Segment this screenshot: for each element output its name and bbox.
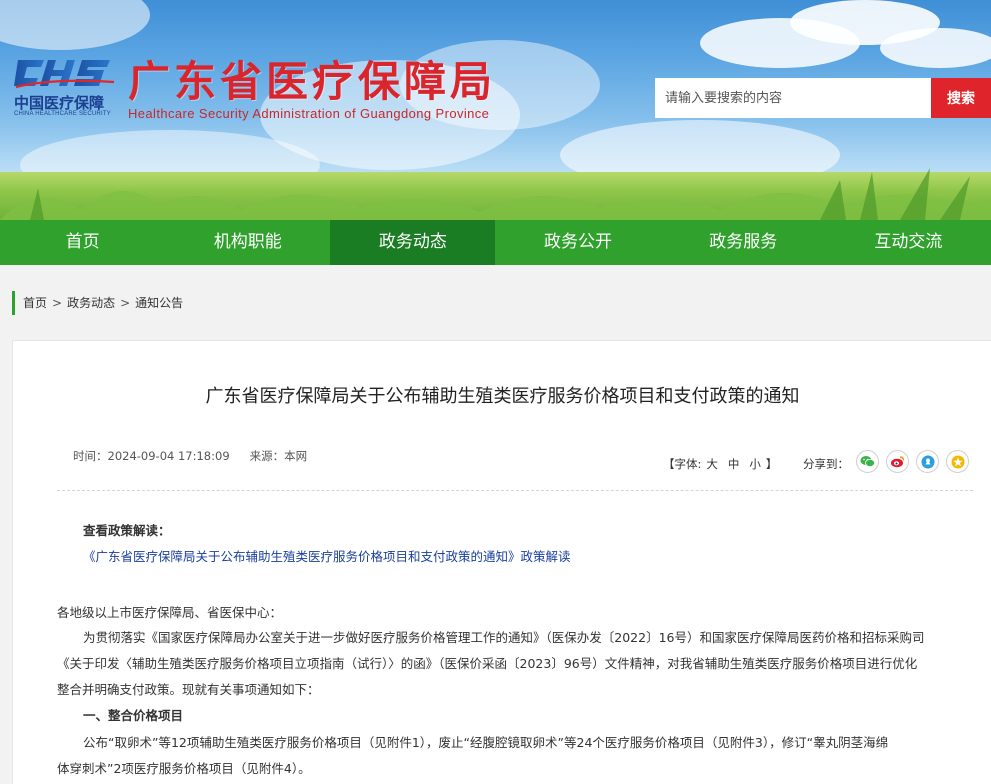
publish-time: 时间：2024-09-04 17:18:09	[73, 449, 230, 463]
cloud-decoration	[880, 28, 991, 68]
weibo-icon[interactable]	[886, 450, 909, 473]
article-panel: 广东省医疗保障局关于公布辅助生殖类医疗服务价格项目和支付政策的通知 时间：202…	[12, 340, 991, 784]
body-paragraph: 为贯彻落实《国家医疗保障局办公室关于进一步做好医疗服务价格管理工作的通知》（医保…	[83, 630, 925, 645]
chs-logo-icon	[14, 60, 115, 89]
nav-item-disclosure[interactable]: 政务公开	[495, 220, 660, 265]
site-subtitle: Healthcare Security Administration of Gu…	[128, 106, 490, 121]
body-paragraph: 整合并明确支付政策。现就有关事项通知如下：	[57, 682, 320, 697]
body-paragraph: 《关于印发〈辅助生殖类医疗服务价格项目立项指南（试行）〉的函》（医保价采函〔20…	[57, 656, 918, 671]
nav-item-services[interactable]: 政务服务	[661, 220, 826, 265]
body-paragraph: 体穿刺术”2项医疗服务价格项目（见附件4）。	[57, 761, 311, 776]
breadcrumb-separator: >	[120, 296, 131, 310]
nav-item-home[interactable]: 首页	[0, 220, 165, 265]
breadcrumb: 首页 > 政务动态 > 通知公告	[12, 291, 183, 315]
site-title: 广东省医疗保障局	[128, 57, 497, 106]
font-size-large[interactable]: 大	[706, 457, 718, 471]
nav-item-news[interactable]: 政务动态	[330, 220, 496, 265]
breadcrumb-news[interactable]: 政务动态	[67, 296, 115, 310]
cloud-decoration	[0, 0, 150, 50]
breadcrumb-notices[interactable]: 通知公告	[135, 296, 183, 310]
share-label: 分享到：	[803, 457, 849, 471]
interpretation-heading: 查看政策解读：	[83, 523, 171, 538]
search-button[interactable]: 搜索	[931, 78, 991, 118]
site-logo[interactable]: 中国医疗保障 CHINA HEALTHCARE SECURITY	[14, 56, 120, 118]
logo-cn-text: 中国医疗保障	[14, 94, 105, 112]
salutation: 各地级以上市医疗保障局、省医保中心：	[57, 605, 283, 620]
article-meta: 时间：2024-09-04 17:18:09 来源：本网	[73, 448, 327, 464]
breadcrumb-separator: >	[52, 296, 63, 310]
article-title: 广东省医疗保障局关于公布辅助生殖类医疗服务价格项目和支付政策的通知	[205, 386, 800, 407]
section-heading: 一、整合价格项目	[83, 708, 184, 723]
nav-item-functions[interactable]: 机构职能	[165, 220, 330, 265]
qq-icon[interactable]	[916, 450, 939, 473]
font-size-small[interactable]: 小	[749, 457, 761, 471]
article-source: 来源：本网	[249, 449, 308, 463]
search-input[interactable]	[655, 78, 931, 118]
font-size-close: 】	[765, 457, 778, 471]
breadcrumb-home[interactable]: 首页	[23, 296, 47, 310]
grass-blades-decoration	[0, 168, 991, 220]
body-paragraph: 公布“取卵术”等12项辅助生殖类医疗服务价格项目（见附件1），废止“经腹腔镜取卵…	[83, 735, 889, 750]
interpretation-link[interactable]: 《广东省医疗保障局关于公布辅助生殖类医疗服务价格项目和支付政策的通知》政策解读	[83, 546, 571, 565]
meta-divider	[57, 490, 973, 491]
font-size-medium[interactable]: 中	[728, 457, 740, 471]
site-header: 中国医疗保障 CHINA HEALTHCARE SECURITY 广东省医疗保障…	[0, 0, 991, 220]
nav-item-interaction[interactable]: 互动交流	[826, 220, 991, 265]
main-nav: 首页 机构职能 政务动态 政务公开 政务服务 互动交流	[0, 220, 991, 265]
logo-en-text: CHINA HEALTHCARE SECURITY	[14, 111, 111, 117]
font-size-label: 【字体:	[663, 457, 702, 471]
font-size-control: 【字体: 大中小】	[663, 456, 777, 472]
wechat-icon[interactable]	[856, 450, 879, 473]
qzone-icon[interactable]	[946, 450, 969, 473]
